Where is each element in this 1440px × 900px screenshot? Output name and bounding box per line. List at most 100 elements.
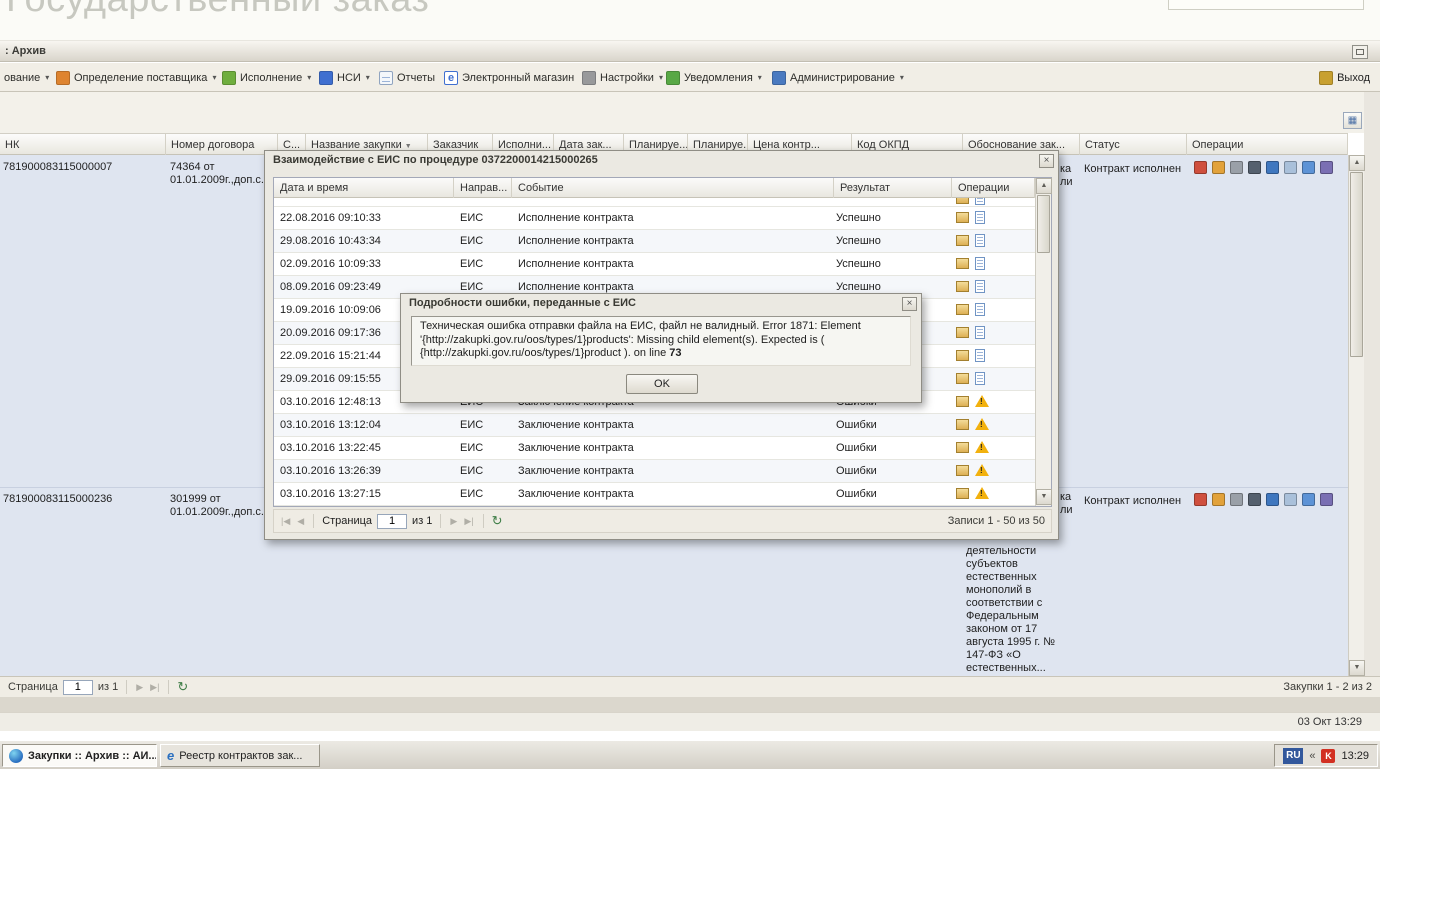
column-header[interactable]: Результат [834, 178, 952, 198]
menu-exit[interactable]: Выход [1315, 68, 1374, 87]
cell-contract-number[interactable]: 01.01.2009г.,доп.с... [170, 506, 270, 518]
menu-supplier-determination[interactable]: Определение поставщика ▾ [52, 68, 220, 87]
scroll-up-icon[interactable]: ▲ [1036, 178, 1052, 194]
menu-execution[interactable]: Исполнение ▾ [218, 68, 315, 87]
ok-button[interactable]: OK [626, 374, 698, 394]
document-icon[interactable] [975, 349, 985, 362]
eis-table-row[interactable]: 29.08.2016 10:43:34 ЕИС Исполнение контрак… [274, 230, 1035, 253]
tray-expand-icon[interactable]: « [1309, 750, 1315, 762]
warning-icon[interactable] [975, 418, 989, 431]
dialog-close-button[interactable]: × [1039, 154, 1054, 168]
columns-icon[interactable] [1302, 493, 1315, 506]
grid-vertical-scrollbar[interactable]: ▲ ▼ [1348, 155, 1365, 676]
tray-clock[interactable]: 13:29 [1341, 750, 1369, 762]
taskbar-button[interactable]: Закупки :: Архив :: АИ... [2, 744, 157, 767]
box-icon[interactable] [956, 488, 969, 499]
chart-icon[interactable] [1266, 493, 1279, 506]
document-icon[interactable] [975, 303, 985, 316]
file-icon[interactable] [1284, 161, 1297, 174]
eis-table-row[interactable]: 02.09.2016 10:09:33 ЕИС Исполнение контрак… [274, 253, 1035, 276]
language-indicator[interactable]: RU [1283, 747, 1304, 764]
box-icon[interactable] [956, 465, 969, 476]
box-icon[interactable] [956, 198, 969, 204]
document-icon[interactable] [975, 211, 985, 224]
refresh-icon[interactable]: ↻ [177, 679, 188, 695]
eis-table-row[interactable]: 03.10.2016 13:26:39 ЕИС Заключение контрак… [274, 460, 1035, 483]
file-icon[interactable] [1284, 493, 1297, 506]
award-icon[interactable] [1212, 161, 1225, 174]
column-header[interactable]: Дата и время [274, 178, 454, 198]
box-icon[interactable] [956, 327, 969, 338]
box-icon[interactable] [956, 281, 969, 292]
eis-table-row[interactable]: 03.10.2016 13:22:45 ЕИС Заключение контрак… [274, 437, 1035, 460]
document-icon[interactable] [975, 257, 985, 270]
menu-planning[interactable]: ование ▾ [0, 68, 53, 87]
box-icon[interactable] [956, 396, 969, 407]
eis-table-row[interactable]: 03.10.2016 13:12:04 ЕИС Заключение контрак… [274, 414, 1035, 437]
document-icon[interactable] [1194, 493, 1207, 506]
box-icon[interactable] [956, 235, 969, 246]
cell-nk[interactable]: 781900083115000007 [3, 161, 112, 173]
menu-nsi[interactable]: НСИ ▾ [315, 68, 374, 87]
column-header[interactable]: НК [0, 134, 166, 156]
last-page-icon[interactable]: ▶| [149, 682, 160, 693]
document-icon[interactable] [975, 198, 985, 205]
warning-icon[interactable] [975, 395, 989, 408]
page-number-input[interactable] [62, 679, 93, 695]
eis-table-row[interactable]: 22.08.2016 09:10:33 ЕИС Исполнение контрак… [274, 207, 1035, 230]
warning-icon[interactable] [975, 441, 989, 454]
eis-table-row[interactable]: 03.10.2016 13:27:15 ЕИС Заключение контрак… [274, 483, 1035, 506]
printer-icon[interactable] [1248, 161, 1261, 174]
warning-icon[interactable] [975, 487, 989, 500]
document-icon[interactable] [975, 234, 985, 247]
menu-notifications[interactable]: Уведомления ▾ [662, 68, 766, 87]
award-icon[interactable] [1212, 493, 1225, 506]
eis-table-row[interactable] [274, 198, 1035, 207]
box-icon[interactable] [956, 304, 969, 315]
column-header[interactable]: Статус [1080, 134, 1187, 156]
taskbar-button[interactable]: e Реестр контрактов зак... [160, 744, 320, 767]
cell-contract-number[interactable]: 74364 от [170, 161, 215, 173]
prev-page-icon[interactable]: ◀ [296, 516, 305, 527]
first-page-icon[interactable]: |◀ [280, 516, 291, 527]
page-number-input[interactable] [377, 513, 408, 529]
dialog-close-button[interactable]: × [902, 297, 917, 311]
box-icon[interactable] [956, 419, 969, 430]
document-icon[interactable] [975, 326, 985, 339]
menu-reports[interactable]: Отчеты [375, 68, 439, 87]
box-icon[interactable] [956, 350, 969, 361]
column-header[interactable]: Номер договора [166, 134, 278, 156]
printer-icon[interactable] [1248, 493, 1261, 506]
monitor-icon[interactable] [1320, 493, 1333, 506]
gear-icon[interactable] [1230, 493, 1243, 506]
scroll-down-icon[interactable]: ▼ [1349, 660, 1365, 676]
chart-icon[interactable] [1266, 161, 1279, 174]
box-icon[interactable] [956, 373, 969, 384]
scroll-down-icon[interactable]: ▼ [1036, 489, 1052, 505]
document-icon[interactable] [1194, 161, 1207, 174]
column-header[interactable]: Операции [1187, 134, 1348, 156]
column-header[interactable]: Операции [952, 178, 1035, 198]
menu-administration[interactable]: Администрирование ▾ [768, 68, 908, 87]
box-icon[interactable] [956, 212, 969, 223]
cell-nk[interactable]: 781900083115000236 [3, 493, 112, 505]
column-header[interactable]: Направ... [454, 178, 512, 198]
document-icon[interactable] [975, 372, 985, 385]
column-header[interactable]: Событие [512, 178, 834, 198]
menu-settings[interactable]: Настройки ▾ [578, 68, 667, 87]
cell-contract-number[interactable]: 01.01.2009г.,доп.с... [170, 174, 270, 186]
refresh-icon[interactable]: ↻ [492, 513, 503, 529]
box-icon[interactable] [956, 442, 969, 453]
grid-settings-button[interactable]: ▦ [1343, 112, 1362, 129]
scroll-up-icon[interactable]: ▲ [1349, 155, 1365, 171]
next-page-icon[interactable]: ▶ [135, 682, 144, 693]
menu-eshop[interactable]: e Электронный магазин [440, 68, 578, 87]
box-icon[interactable] [956, 258, 969, 269]
columns-icon[interactable] [1302, 161, 1315, 174]
antivirus-tray-icon[interactable]: K [1321, 748, 1336, 763]
last-page-icon[interactable]: ▶| [463, 516, 474, 527]
next-page-icon[interactable]: ▶ [449, 516, 458, 527]
scrollbar-thumb[interactable] [1350, 172, 1363, 357]
cell-contract-number[interactable]: 301999 от [170, 493, 221, 505]
document-icon[interactable] [975, 280, 985, 293]
